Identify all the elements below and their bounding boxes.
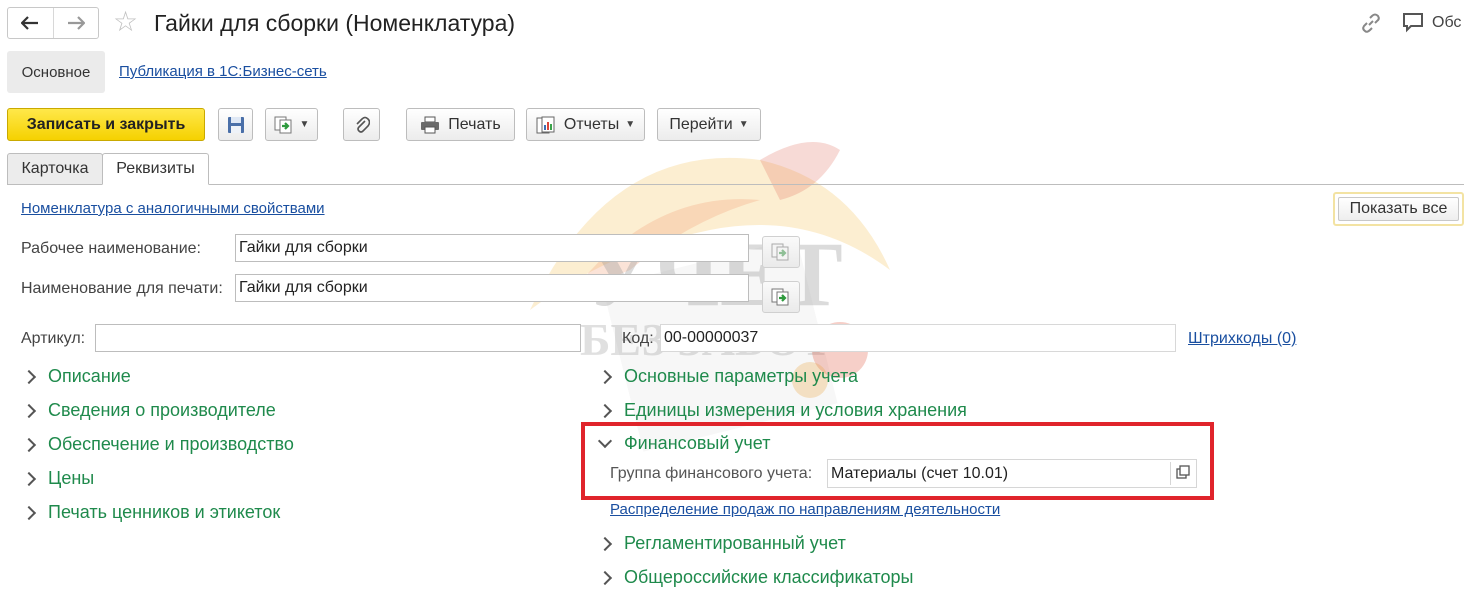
comment-icon[interactable]	[1402, 11, 1424, 39]
chevron-right-icon	[21, 437, 37, 452]
chevron-right-icon	[21, 403, 37, 418]
group-price-tags[interactable]: Печать ценников и этикеток	[21, 502, 281, 523]
chevron-right-icon	[21, 369, 37, 384]
group-supply-production[interactable]: Обеспечение и производство	[21, 434, 294, 455]
group-label: Финансовый учет	[624, 433, 771, 453]
reports-button[interactable]: Отчеты ▼	[526, 108, 645, 141]
article-label: Артикул:	[21, 330, 86, 347]
field-divider	[1170, 462, 1171, 485]
sales-distribution-link[interactable]: Распределение продаж по направлениям дея…	[610, 501, 1000, 518]
page-title: Гайки для сборки (Номенклатура)	[154, 10, 516, 36]
print-label: Печать	[448, 115, 501, 133]
group-label: Единицы измерения и условия хранения	[624, 400, 967, 420]
history-nav	[7, 7, 99, 39]
show-all-button-frame: Показать все	[1333, 192, 1464, 226]
print-button[interactable]: Печать	[406, 108, 515, 141]
article-input[interactable]	[95, 324, 581, 352]
back-button[interactable]	[8, 8, 53, 38]
save-and-close-label: Записать и закрыть	[26, 115, 186, 133]
group-label: Печать ценников и этикеток	[48, 502, 281, 522]
link-icon[interactable]	[1360, 12, 1382, 40]
tab-requisites[interactable]: Реквизиты	[102, 153, 209, 185]
group-regulated[interactable]: Регламентированный учет	[597, 533, 846, 554]
code-input[interactable]: 00-00000037	[660, 324, 1176, 352]
barcodes-link[interactable]: Штрихкоды (0)	[1188, 330, 1296, 348]
group-units[interactable]: Единицы измерения и условия хранения	[597, 400, 967, 421]
dropdown-caret-icon: ▼	[738, 119, 749, 130]
chevron-right-icon	[597, 403, 613, 418]
paperclip-icon	[355, 116, 370, 133]
chevron-down-icon	[597, 433, 613, 448]
work-name-copy-button[interactable]	[762, 236, 800, 268]
section-main[interactable]: Основное	[7, 51, 105, 93]
create-based-on-button[interactable]: ▼	[265, 108, 318, 141]
group-financial[interactable]: Финансовый учет	[597, 433, 771, 454]
print-name-copy-button[interactable]	[762, 281, 800, 313]
work-name-label: Рабочее наименование:	[21, 240, 201, 257]
printer-icon	[421, 116, 440, 133]
group-manufacturer[interactable]: Сведения о производителе	[21, 400, 276, 421]
group-main-params[interactable]: Основные параметры учета	[597, 366, 859, 387]
reports-label: Отчеты	[563, 115, 620, 133]
goto-label: Перейти	[669, 115, 733, 133]
floppy-disk-icon	[227, 116, 244, 133]
copy-green-icon	[771, 243, 789, 261]
print-name-label: Наименование для печати:	[21, 280, 223, 297]
chevron-right-icon	[597, 536, 613, 551]
fin-group-input[interactable]: Материалы (счет 10.01)	[827, 459, 1197, 488]
code-label: Код:	[622, 330, 654, 347]
report-icon	[536, 116, 555, 133]
copy-green-icon	[274, 116, 292, 133]
group-prices[interactable]: Цены	[21, 468, 95, 489]
discussion-label[interactable]: Обс	[1432, 14, 1461, 32]
favorite-star-icon[interactable]: ☆	[113, 8, 138, 36]
group-label: Регламентированный учет	[624, 533, 846, 553]
tab-card[interactable]: Карточка	[7, 153, 103, 185]
save-and-close-button[interactable]: Записать и закрыть	[7, 108, 205, 141]
copy-green-icon	[771, 288, 789, 306]
group-description[interactable]: Описание	[21, 366, 131, 387]
dropdown-caret-icon: ▼	[625, 119, 636, 130]
chevron-right-icon	[597, 570, 613, 585]
work-name-input[interactable]: Гайки для сборки	[235, 234, 749, 262]
chevron-right-icon	[21, 505, 37, 520]
goto-button[interactable]: Перейти ▼	[657, 108, 761, 141]
fin-group-value: Материалы (счет 10.01)	[831, 465, 1009, 482]
section-publication-link[interactable]: Публикация в 1С:Бизнес-сеть	[119, 63, 327, 80]
group-label: Общероссийские классификаторы	[624, 567, 914, 587]
chevron-right-icon	[597, 369, 613, 384]
save-button[interactable]	[218, 108, 253, 141]
tab-divider	[7, 184, 1464, 185]
chevron-right-icon	[21, 471, 37, 486]
group-label: Сведения о производителе	[48, 400, 276, 420]
arrow-left-icon	[21, 16, 39, 30]
show-all-button[interactable]: Показать все	[1338, 197, 1459, 221]
print-name-input[interactable]: Гайки для сборки	[235, 274, 749, 302]
forward-button[interactable]	[52, 8, 99, 38]
group-label: Цены	[48, 468, 95, 488]
dropdown-caret-icon: ▼	[299, 119, 310, 130]
analog-properties-link[interactable]: Номенклатура с аналогичными свойствами	[21, 200, 325, 217]
group-label: Обеспечение и производство	[48, 434, 294, 454]
attachments-button[interactable]	[343, 108, 380, 141]
group-label: Основные параметры учета	[624, 366, 859, 386]
open-icon[interactable]	[1176, 465, 1190, 482]
arrow-right-icon	[67, 16, 85, 30]
group-label: Описание	[48, 366, 131, 386]
group-classifiers[interactable]: Общероссийские классификаторы	[597, 567, 914, 588]
fin-group-label: Группа финансового учета:	[610, 465, 813, 482]
